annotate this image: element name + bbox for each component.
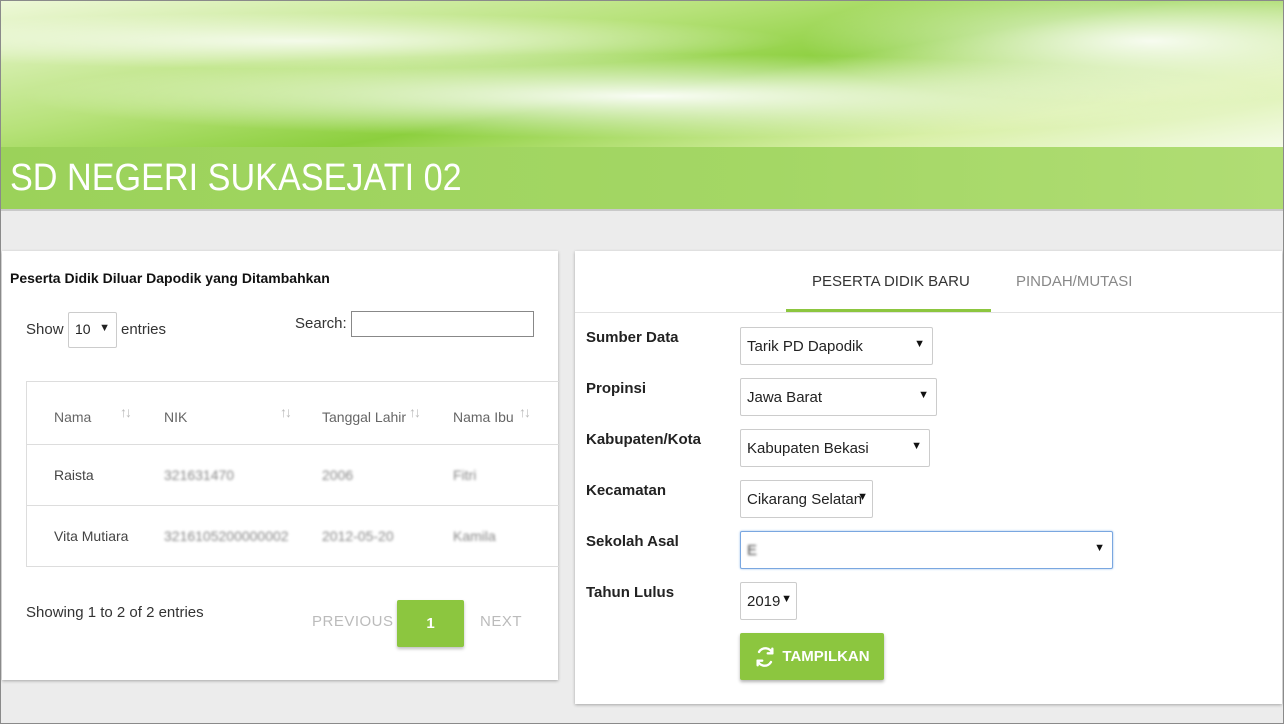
table-info: Showing 1 to 2 of 2 entries (26, 604, 204, 621)
cell-nama: Vita Mutiara (54, 528, 129, 544)
caret-down-icon: ▼ (911, 440, 922, 452)
caret-down-icon: ▼ (914, 338, 925, 350)
header-banner (1, 1, 1283, 147)
sort-both-icon[interactable]: ↑↓ (409, 404, 421, 420)
student-search-card: PESERTA DIDIK BARU PINDAH/MUTASI Sumber … (575, 251, 1282, 704)
page-1-button[interactable]: 1 (397, 600, 464, 647)
column-header-nama[interactable]: Nama (54, 409, 91, 425)
cell-nama-ibu: Kamila (453, 528, 496, 544)
refresh-icon (754, 646, 776, 668)
title-bar: SD NEGERI SUKASEJATI 02 (1, 147, 1283, 211)
column-header-tanggal-lahir[interactable]: Tanggal Lahir (322, 409, 406, 425)
sekolah-asal-label: Sekolah Asal (586, 533, 679, 550)
site-title: SD NEGERI SUKASEJATI 02 (10, 157, 462, 199)
tab-divider (575, 312, 1282, 313)
sort-both-icon[interactable]: ↑↓ (280, 404, 292, 420)
cell-nama: Raista (54, 467, 94, 483)
cell-tanggal-lahir: 2012-05-20 (322, 528, 394, 544)
entries-label: entries (121, 321, 167, 338)
propinsi-value: Jawa Barat (747, 389, 823, 406)
kabupaten-value: Kabupaten Bekasi (747, 440, 869, 457)
cell-tanggal-lahir: 2006 (322, 467, 354, 483)
caret-down-icon: ▼ (1094, 542, 1105, 554)
page-size-value: 10 (75, 321, 91, 337)
caret-down-icon: ▼ (918, 389, 929, 401)
sekolah-asal-value: E (747, 542, 758, 559)
column-header-nik[interactable]: NIK (164, 409, 187, 425)
next-page-button[interactable]: NEXT (480, 613, 522, 630)
search-input[interactable] (351, 311, 534, 337)
kabupaten-select[interactable]: Kabupaten Bekasi ▼ (740, 429, 930, 467)
kecamatan-select[interactable]: Cikarang Selatan ▼ (740, 480, 873, 518)
tampilkan-button[interactable]: TAMPILKAN (740, 633, 884, 680)
sumber-data-select[interactable]: Tarik PD Dapodik ▼ (740, 327, 933, 365)
propinsi-label: Propinsi (586, 380, 647, 397)
propinsi-select[interactable]: Jawa Barat ▼ (740, 378, 937, 416)
added-students-card: Peserta Didik Diluar Dapodik yang Ditamb… (2, 251, 560, 680)
sumber-data-label: Sumber Data (586, 329, 679, 346)
search-label: Search: (295, 315, 347, 332)
tab-pindah-mutasi[interactable]: PINDAH/MUTASI (1016, 273, 1132, 290)
sort-both-icon[interactable]: ↑↓ (519, 404, 531, 420)
kecamatan-label: Kecamatan (586, 482, 667, 499)
sumber-data-value: Tarik PD Dapodik (747, 338, 863, 355)
card-title: Peserta Didik Diluar Dapodik yang Ditamb… (10, 270, 330, 286)
tahun-lulus-select[interactable]: 2019 ▼ (740, 582, 797, 620)
page-size-select[interactable]: 10 ▼ (68, 312, 117, 348)
cell-nik: 3216105200000002 (164, 528, 289, 544)
caret-down-icon: ▼ (857, 491, 868, 503)
sekolah-asal-select[interactable]: E ▼ (740, 531, 1113, 569)
cell-nama-ibu: Fitri (453, 467, 477, 483)
previous-page-button[interactable]: PREVIOUS (312, 613, 394, 630)
show-label: Show (26, 321, 64, 338)
tahun-lulus-label: Tahun Lulus (586, 584, 675, 601)
caret-down-icon: ▼ (99, 322, 110, 334)
column-header-nama-ibu[interactable]: Nama Ibu (453, 409, 514, 425)
caret-down-icon: ▼ (781, 593, 792, 605)
sort-both-icon[interactable]: ↑↓ (120, 404, 132, 420)
students-table: Nama ↑↓ NIK ↑↓ Tanggal Lahir ↑↓ Nama Ibu… (26, 381, 560, 567)
tahun-lulus-value: 2019 (747, 593, 781, 610)
cell-nik: 321631470 (164, 467, 235, 483)
kabupaten-label: Kabupaten/Kota (586, 431, 702, 448)
tampilkan-label: TAMPILKAN (782, 648, 870, 665)
tab-peserta-didik-baru[interactable]: PESERTA DIDIK BARU (812, 273, 970, 290)
kecamatan-value: Cikarang Selatan (747, 491, 863, 508)
